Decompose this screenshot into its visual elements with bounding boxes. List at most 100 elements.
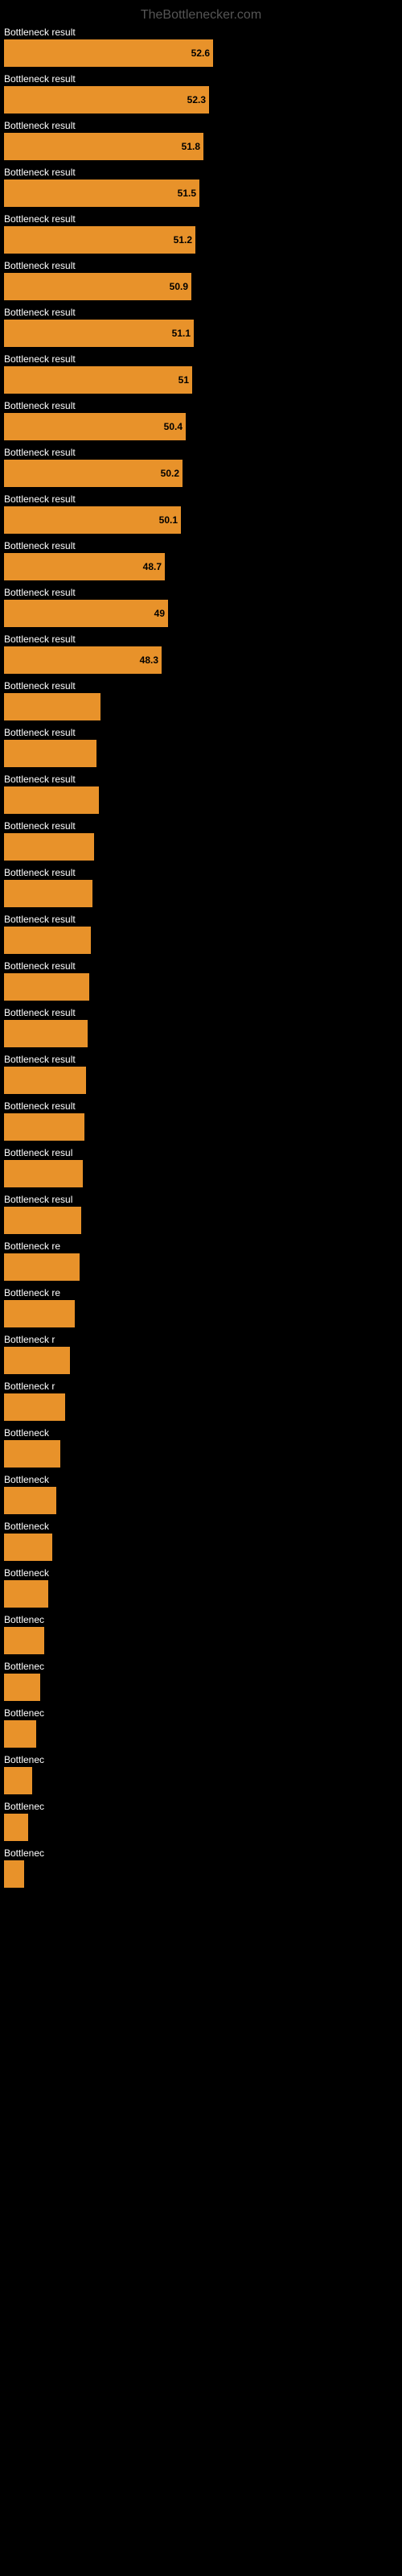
bar-fill bbox=[4, 1207, 81, 1234]
bar-label: Bottleneck result bbox=[4, 1100, 398, 1112]
bar-track bbox=[4, 1300, 398, 1327]
bar-value: 50.9 bbox=[170, 281, 188, 292]
list-item: Bottleneck bbox=[4, 1521, 398, 1561]
bar-track bbox=[4, 786, 398, 814]
bar-label: Bottleneck r bbox=[4, 1334, 398, 1345]
bar-track bbox=[4, 880, 398, 907]
bar-fill: 48.3 bbox=[4, 646, 162, 674]
bar-label: Bottleneck result bbox=[4, 260, 398, 271]
bar-fill: 52.3 bbox=[4, 86, 209, 114]
bar-fill: 51.2 bbox=[4, 226, 195, 254]
list-item: Bottleneck result 49 bbox=[4, 587, 398, 627]
list-item: Bottleneck bbox=[4, 1474, 398, 1514]
bar-label: Bottleneck resul bbox=[4, 1147, 398, 1158]
bar-fill bbox=[4, 1534, 52, 1561]
list-item: Bottlenec bbox=[4, 1847, 398, 1888]
bar-label: Bottleneck result bbox=[4, 493, 398, 505]
bar-fill: 50.1 bbox=[4, 506, 181, 534]
bar-fill: 50.9 bbox=[4, 273, 191, 300]
bar-fill: 51.5 bbox=[4, 180, 199, 207]
bar-label: Bottleneck result bbox=[4, 1054, 398, 1065]
list-item: Bottlenec bbox=[4, 1801, 398, 1841]
list-item: Bottleneck result52.6 bbox=[4, 27, 398, 67]
bar-track bbox=[4, 1020, 398, 1047]
bar-track: 49 bbox=[4, 600, 398, 627]
bar-label: Bottleneck result bbox=[4, 587, 398, 598]
bar-value: 48.7 bbox=[143, 561, 162, 572]
list-item: Bottleneck result48.7 bbox=[4, 540, 398, 580]
list-item: Bottleneck result 50.9 bbox=[4, 260, 398, 300]
bar-track bbox=[4, 1347, 398, 1374]
list-item: Bottleneck result50.1 bbox=[4, 493, 398, 534]
bar-fill bbox=[4, 1860, 24, 1888]
list-item: Bottleneck result bbox=[4, 867, 398, 907]
list-item: Bottleneck bbox=[4, 1427, 398, 1468]
site-title: TheBottlenecker.com bbox=[0, 0, 402, 27]
list-item: Bottleneck result bbox=[4, 774, 398, 814]
bar-value: 52.6 bbox=[191, 47, 210, 59]
bar-track: 50.1 bbox=[4, 506, 398, 534]
bar-track bbox=[4, 833, 398, 861]
bar-track bbox=[4, 1487, 398, 1514]
bar-fill bbox=[4, 1300, 75, 1327]
bar-track: 48.3 bbox=[4, 646, 398, 674]
bar-fill bbox=[4, 1767, 32, 1794]
bar-fill bbox=[4, 1814, 28, 1841]
bar-label: Bottleneck bbox=[4, 1474, 398, 1485]
bar-label: Bottleneck result bbox=[4, 820, 398, 832]
bar-fill bbox=[4, 786, 99, 814]
header: TheBottlenecker.com bbox=[0, 0, 402, 27]
bar-track bbox=[4, 1253, 398, 1281]
list-item: Bottleneck result51 bbox=[4, 353, 398, 394]
list-item: Bottleneck re bbox=[4, 1241, 398, 1281]
bar-track bbox=[4, 1393, 398, 1421]
list-item: Bottleneck result 51.2 bbox=[4, 213, 398, 254]
bar-fill: 52.6 bbox=[4, 39, 213, 67]
list-item: Bottleneck result bbox=[4, 1054, 398, 1094]
bar-track bbox=[4, 1207, 398, 1234]
bar-track bbox=[4, 1860, 398, 1888]
bar-track: 48.7 bbox=[4, 553, 398, 580]
bar-label: Bottleneck bbox=[4, 1567, 398, 1579]
list-item: Bottleneck result bbox=[4, 727, 398, 767]
bar-label: Bottleneck result bbox=[4, 447, 398, 458]
list-item: Bottleneck result51.8 bbox=[4, 120, 398, 160]
bar-value: 51.2 bbox=[174, 234, 192, 246]
bar-track bbox=[4, 1580, 398, 1608]
bar-label: Bottleneck bbox=[4, 1521, 398, 1532]
bar-track: 50.9 bbox=[4, 273, 398, 300]
bar-label: Bottleneck result bbox=[4, 73, 398, 85]
list-item: Bottleneck result48.3 bbox=[4, 634, 398, 674]
list-item: Bottlenec bbox=[4, 1707, 398, 1748]
bar-track: 51.2 bbox=[4, 226, 398, 254]
bar-track bbox=[4, 1674, 398, 1701]
list-item: Bottlenec bbox=[4, 1661, 398, 1701]
bar-fill: 48.7 bbox=[4, 553, 165, 580]
list-item: Bottlenec bbox=[4, 1614, 398, 1654]
bar-fill bbox=[4, 927, 91, 954]
bar-label: Bottleneck result bbox=[4, 307, 398, 318]
bar-label: Bottlenec bbox=[4, 1614, 398, 1625]
bar-label: Bottleneck result bbox=[4, 213, 398, 225]
bar-track bbox=[4, 1720, 398, 1748]
bar-track bbox=[4, 740, 398, 767]
bar-label: Bottleneck bbox=[4, 1427, 398, 1439]
bar-label: Bottlenec bbox=[4, 1801, 398, 1812]
bar-fill: 49 bbox=[4, 600, 168, 627]
bar-fill bbox=[4, 1627, 44, 1654]
bar-label: Bottlenec bbox=[4, 1754, 398, 1765]
bar-label: Bottleneck result bbox=[4, 774, 398, 785]
bar-fill bbox=[4, 1440, 60, 1468]
bar-value: 52.3 bbox=[187, 94, 206, 105]
bar-track: 52.3 bbox=[4, 86, 398, 114]
bar-label: Bottleneck result bbox=[4, 680, 398, 691]
bar-label: Bottleneck result bbox=[4, 1007, 398, 1018]
bar-track bbox=[4, 1067, 398, 1094]
bar-track bbox=[4, 1814, 398, 1841]
bar-fill bbox=[4, 1253, 80, 1281]
list-item: Bottleneck result51.1 bbox=[4, 307, 398, 347]
list-item: Bottleneck r bbox=[4, 1334, 398, 1374]
bar-label: Bottleneck result bbox=[4, 727, 398, 738]
bar-fill: 50.2 bbox=[4, 460, 183, 487]
list-item: Bottleneck r bbox=[4, 1381, 398, 1421]
